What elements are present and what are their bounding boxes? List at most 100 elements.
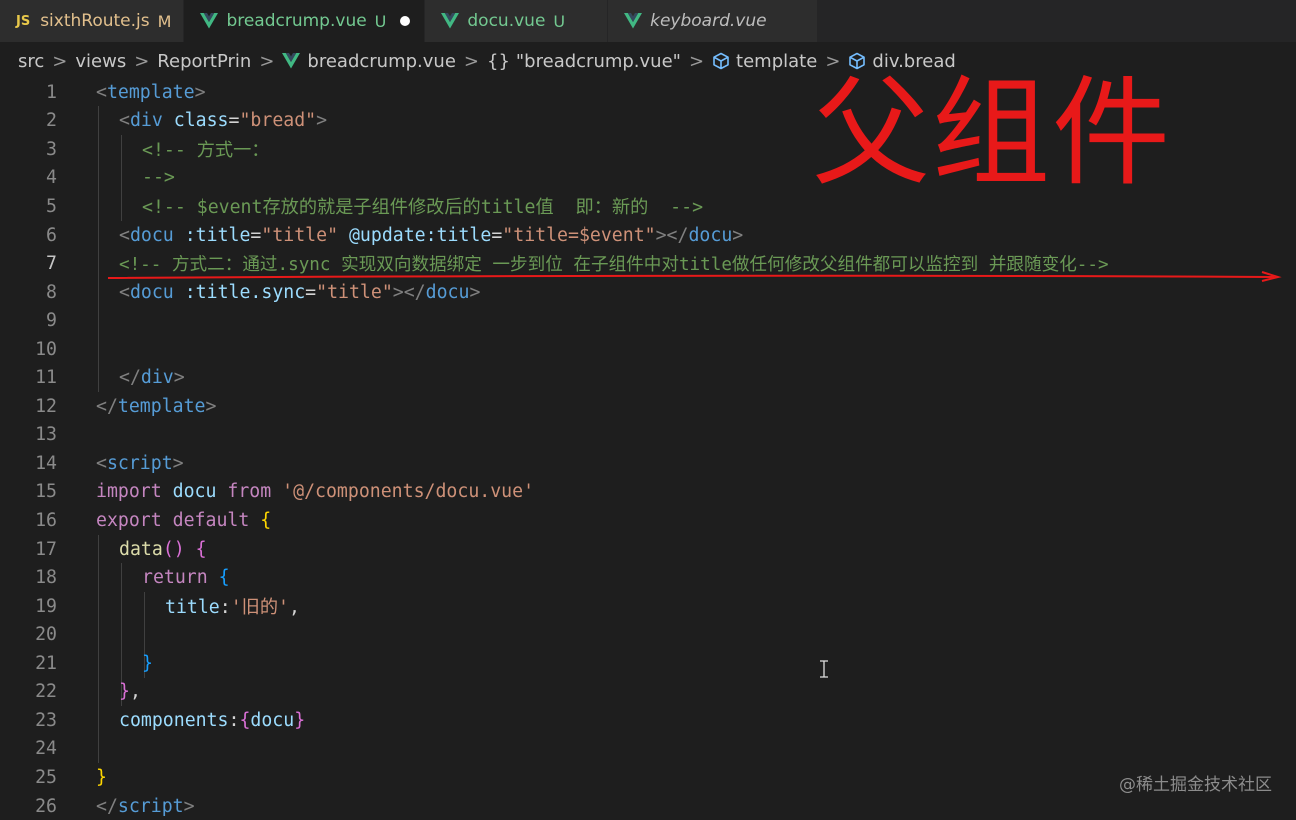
- tab-sixthroute-js[interactable]: JS sixthRoute.js M: [0, 0, 185, 42]
- code-token: :: [228, 709, 240, 731]
- code-line: 25 }: [0, 763, 1296, 792]
- code-token: export: [96, 510, 162, 532]
- code-line: 14 <script>: [0, 449, 1296, 478]
- breadcrumb-separator: >: [52, 50, 68, 72]
- code-line: 23 components:{docu}: [0, 706, 1296, 735]
- code-token: (): [162, 538, 185, 560]
- code-token: script: [117, 795, 184, 817]
- line-number: 18: [35, 567, 57, 589]
- tab-label: docu.vue: [467, 11, 546, 31]
- code-token: div: [129, 110, 163, 132]
- code-line: 15 import docu from '@/components/docu.v…: [0, 478, 1296, 507]
- line-content: components:{docu}: [119, 710, 305, 731]
- code-token: "title": [261, 224, 339, 246]
- code-line: 12 </template>: [0, 392, 1296, 421]
- breadcrumb-template-label: template: [736, 50, 818, 72]
- code-token: }: [294, 709, 306, 731]
- code-token: >: [732, 224, 744, 246]
- line-content: }: [142, 652, 153, 674]
- annotation-arrow-underline: [107, 271, 1282, 282]
- code-token: >: [205, 395, 217, 417]
- code-line: 13: [0, 421, 1296, 450]
- breadcrumb-views[interactable]: views: [75, 51, 126, 72]
- breadcrumb-file[interactable]: breadcrump.vue: [282, 51, 456, 72]
- code-line: 21 }: [0, 649, 1296, 678]
- code-token: {: [184, 538, 207, 560]
- line-content: <!-- 方式一：: [142, 140, 270, 162]
- git-status-badge: U: [553, 11, 566, 31]
- line-content: <docu :title.sync="title"></docu>: [119, 282, 480, 303]
- js-file-icon: JS: [16, 13, 31, 29]
- code-token: }: [119, 681, 130, 703]
- line-content: }: [96, 766, 107, 788]
- code-line: 10: [0, 335, 1296, 364]
- breadcrumb-reportprin[interactable]: ReportPrin: [157, 51, 251, 72]
- code-token: from: [227, 481, 272, 503]
- line-number: 1: [46, 81, 57, 103]
- code-token: docu: [129, 224, 174, 246]
- code-line: 24: [0, 735, 1296, 764]
- code-line: 20: [0, 620, 1296, 649]
- line-content: },: [119, 681, 141, 702]
- breadcrumb-template[interactable]: template: [712, 51, 817, 72]
- code-line: 22 },: [0, 678, 1296, 707]
- line-number: 14: [35, 452, 57, 474]
- line-content: <docu :title="title" @update:title="titl…: [119, 225, 743, 246]
- breadcrumb-object[interactable]: {} "breadcrump.vue": [487, 51, 681, 72]
- code-token: docu: [688, 224, 733, 246]
- code-token: </: [119, 367, 141, 389]
- tab-keyboard-vue[interactable]: keyboard.vue: [608, 0, 818, 42]
- line-number: 13: [35, 424, 57, 446]
- code-token: docu: [250, 709, 295, 731]
- line-number: 9: [46, 310, 57, 332]
- line-content: </script>: [96, 796, 195, 817]
- code-token: data: [119, 538, 163, 560]
- text-cursor-icon: [820, 660, 828, 678]
- code-token: :title: [173, 224, 251, 246]
- code-line: 11 </div>: [0, 364, 1296, 393]
- tab-label: sixthRoute.js: [40, 11, 150, 31]
- line-number: 21: [35, 652, 57, 674]
- line-number: 16: [35, 510, 57, 532]
- tab-label: keyboard.vue: [650, 11, 767, 31]
- code-token: docu: [161, 481, 228, 503]
- code-token: "title=$event": [502, 224, 656, 246]
- line-content: <!-- $event存放的就是子组件修改后的title值 即：新的 -->: [142, 197, 704, 219]
- code-token: ,: [129, 681, 141, 703]
- annotation-title: 父组件: [812, 64, 1173, 202]
- code-token: div: [140, 367, 174, 389]
- line-number: 15: [35, 481, 57, 503]
- code-line: 18 return {: [0, 563, 1296, 592]
- code-token: <: [96, 81, 107, 103]
- vue-file-icon: [624, 13, 643, 29]
- breadcrumb-separator: >: [688, 50, 705, 72]
- line-content: data() {: [119, 539, 207, 560]
- code-line: 6 <docu :title="title" @update:title="ti…: [0, 221, 1296, 250]
- tab-breadcrump-vue[interactable]: breadcrump.vue U: [184, 0, 426, 42]
- code-token: =: [305, 281, 317, 303]
- code-token: "title": [316, 281, 393, 303]
- code-token: template: [106, 81, 195, 103]
- code-token: {: [249, 510, 272, 532]
- code-token: <: [119, 281, 130, 303]
- code-token: </: [96, 395, 118, 417]
- unsaved-dot-icon[interactable]: [400, 16, 411, 26]
- line-number: 2: [46, 110, 57, 132]
- code-token: return: [142, 567, 208, 589]
- object-braces-icon: {}: [487, 50, 510, 72]
- code-token: <: [96, 452, 107, 474]
- line-number: 23: [35, 709, 57, 731]
- tab-docu-vue[interactable]: docu.vue U: [425, 0, 609, 42]
- code-token: :title.sync: [173, 281, 306, 303]
- code-token: {: [239, 709, 251, 731]
- line-number: 6: [46, 224, 57, 246]
- code-token: :: [219, 597, 231, 619]
- code-token: default: [161, 510, 250, 532]
- breadcrumb-src[interactable]: src: [18, 51, 44, 72]
- code-token: {: [207, 567, 230, 589]
- code-token: <: [119, 224, 130, 246]
- code-token: ></: [655, 224, 689, 246]
- code-token: docu: [425, 281, 470, 303]
- line-content: <template>: [96, 82, 206, 103]
- code-token: components: [119, 709, 229, 731]
